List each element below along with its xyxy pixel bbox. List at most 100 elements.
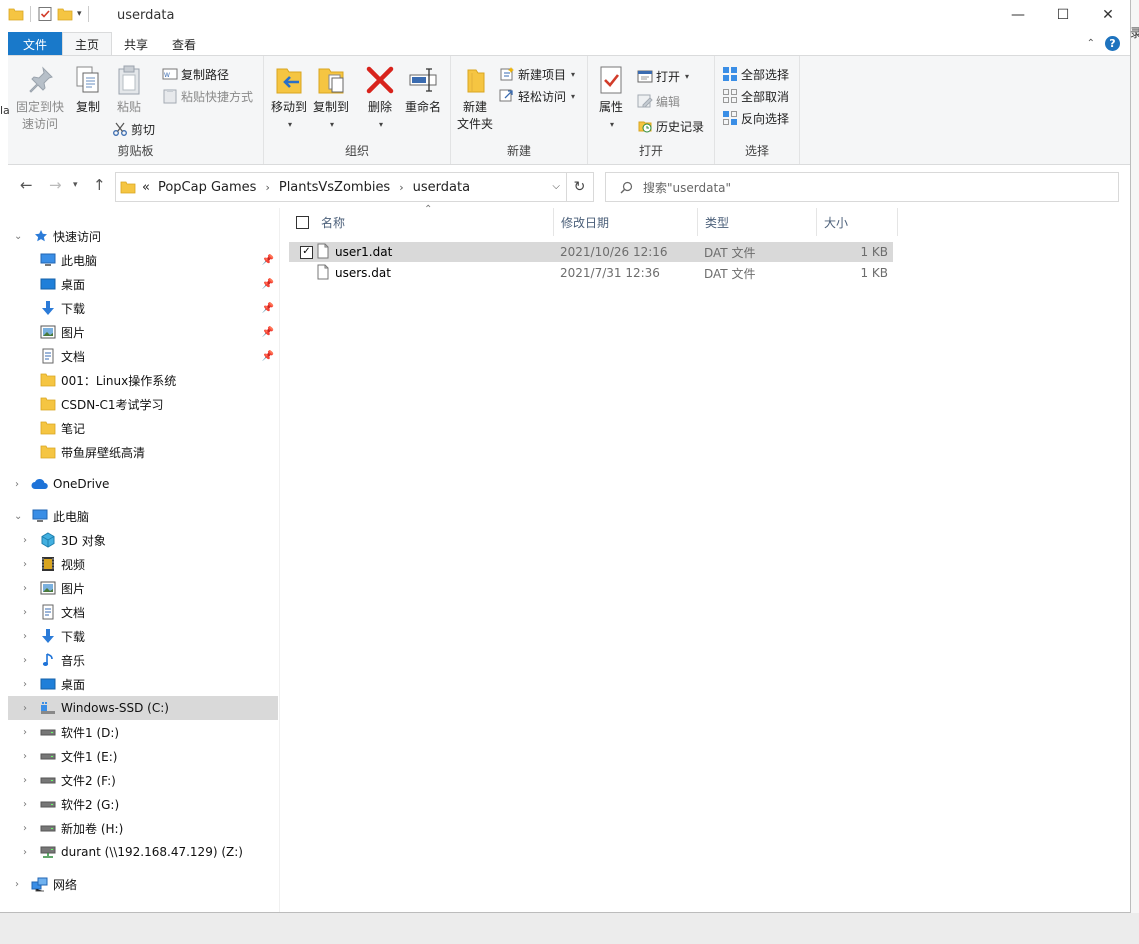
breadcrumb-overflow[interactable]: « (142, 180, 150, 195)
recent-locations-chevron-icon[interactable]: ▾ (73, 180, 78, 190)
collapsed-chevron-icon[interactable]: › (23, 607, 27, 618)
forward-arrow-icon[interactable]: → (49, 176, 62, 194)
delete-button[interactable]: 删除 ▾ (363, 64, 397, 133)
nav-quick-item-folder[interactable]: CSDN-C1考试学习 (8, 392, 278, 416)
tab-view[interactable]: 查看 (160, 32, 208, 56)
nav-drive-c[interactable]: › Windows-SSD (C:) (8, 696, 278, 720)
nav-pc-pictures[interactable]: › 图片 (8, 576, 278, 600)
column-header-type[interactable]: 类型 (698, 208, 817, 236)
address-bar[interactable]: « PopCap Games › PlantsVsZombies › userdat… (115, 172, 567, 202)
copy-path-button[interactable]: W 复制路径 (162, 64, 229, 84)
nav-onedrive[interactable]: › OneDrive (8, 472, 278, 496)
pin-quick-access-button[interactable]: 固定到快 速访问 (14, 64, 66, 133)
expanded-chevron-icon[interactable]: ⌄ (14, 231, 22, 242)
nav-pc-music[interactable]: › 音乐 (8, 648, 278, 672)
tab-file[interactable]: 文件 (8, 32, 63, 56)
pin-icon[interactable]: 📌 (262, 255, 274, 266)
minimize-button[interactable]: — (995, 0, 1041, 30)
new-folder-icon[interactable] (57, 6, 73, 22)
file-row[interactable]: ✓ user1.dat 2021/10/26 12:16 DAT 文件 1 KB (289, 242, 893, 262)
open-button[interactable]: 打开 ▾ (637, 66, 689, 86)
edit-button[interactable]: 编辑 (637, 91, 680, 111)
address-dropdown-icon[interactable]: ⌵ (552, 181, 560, 192)
collapsed-chevron-icon[interactable]: › (23, 703, 27, 714)
collapsed-chevron-icon[interactable]: › (23, 823, 27, 834)
nav-network[interactable]: › 网络 (8, 872, 278, 896)
nav-quick-item-desktop[interactable]: 桌面 📌 (8, 272, 278, 296)
collapsed-chevron-icon[interactable]: › (23, 583, 27, 594)
file-row[interactable]: users.dat 2021/7/31 12:36 DAT 文件 1 KB (289, 263, 893, 283)
select-all-button[interactable]: 全部选择 (722, 64, 789, 84)
nav-pc-desktop[interactable]: › 桌面 (8, 672, 278, 696)
collapsed-chevron-icon[interactable]: › (23, 847, 27, 858)
history-button[interactable]: 历史记录 (637, 116, 704, 136)
nav-drive-g[interactable]: › 软件2 (G:) (8, 792, 278, 816)
nav-drive-d[interactable]: › 软件1 (D:) (8, 720, 278, 744)
collapse-ribbon-chevron-icon[interactable]: ⌃ (1087, 38, 1095, 49)
column-header-size[interactable]: 大小 (817, 208, 898, 236)
help-icon[interactable]: ? (1105, 36, 1120, 51)
refresh-button[interactable]: ↻ (566, 172, 594, 202)
nav-quick-access[interactable]: ⌄ 快速访问 (8, 224, 278, 248)
copy-to-button[interactable]: 复制到 ▾ (311, 64, 351, 133)
tab-share[interactable]: 共享 (112, 32, 160, 56)
nav-quick-item-folder[interactable]: 笔记 (8, 416, 278, 440)
nav-drive-f[interactable]: › 文件2 (F:) (8, 768, 278, 792)
collapsed-chevron-icon[interactable]: › (15, 879, 19, 890)
up-arrow-icon[interactable]: ↑ (93, 176, 106, 194)
nav-quick-item-this-pc[interactable]: 此电脑 📌 (8, 248, 278, 272)
collapsed-chevron-icon[interactable]: › (23, 775, 27, 786)
collapsed-chevron-icon[interactable]: › (23, 679, 27, 690)
select-all-checkbox[interactable] (296, 215, 309, 229)
invert-selection-button[interactable]: 反向选择 (722, 108, 789, 128)
back-arrow-icon[interactable]: ← (20, 176, 33, 194)
breadcrumb-separator-icon[interactable]: › (399, 181, 403, 194)
nav-quick-item-pictures[interactable]: 图片 📌 (8, 320, 278, 344)
easy-access-button[interactable]: 轻松访问 ▾ (499, 86, 575, 106)
maximize-button[interactable]: ☐ (1040, 0, 1086, 30)
nav-quick-item-documents[interactable]: 文档 📌 (8, 344, 278, 368)
nav-drive-h[interactable]: › 新加卷 (H:) (8, 816, 278, 840)
breadcrumb-plantsvszombies[interactable]: PlantsVsZombies › (279, 180, 413, 195)
search-box[interactable]: 搜索"userdata" (605, 172, 1119, 202)
nav-drive-e[interactable]: › 文件1 (E:) (8, 744, 278, 768)
expanded-chevron-icon[interactable]: ⌄ (14, 511, 22, 522)
close-button[interactable]: ✕ (1085, 0, 1130, 30)
move-to-button[interactable]: 移动到 ▾ (269, 64, 309, 133)
nav-quick-item-folder[interactable]: 001：Linux操作系统 (8, 368, 278, 392)
paste-shortcut-button[interactable]: 粘贴快捷方式 (162, 86, 253, 106)
pin-icon[interactable]: 📌 (262, 351, 274, 362)
nav-network-drive-z[interactable]: › durant (\\192.168.47.129) (Z:) (8, 840, 278, 864)
row-checkbox-checked[interactable]: ✓ (300, 245, 313, 259)
collapsed-chevron-icon[interactable]: › (23, 751, 27, 762)
nav-this-pc[interactable]: ⌄ 此电脑 (8, 504, 278, 528)
collapsed-chevron-icon[interactable]: › (23, 727, 27, 738)
new-folder-button[interactable]: 新建 文件夹 (455, 64, 495, 133)
paste-button[interactable]: 粘贴 (111, 64, 147, 116)
column-header-modified[interactable]: 修改日期 (554, 208, 698, 236)
collapsed-chevron-icon[interactable]: › (23, 559, 27, 570)
breadcrumb-popcap-games[interactable]: PopCap Games › (158, 180, 279, 195)
customize-toolbar-chevron-icon[interactable]: ▾ (77, 9, 82, 19)
collapsed-chevron-icon[interactable]: › (23, 535, 27, 546)
collapsed-chevron-icon[interactable]: › (23, 799, 27, 810)
properties-icon[interactable] (37, 6, 53, 22)
properties-button[interactable]: 属性 ▾ (592, 64, 630, 133)
nav-pc-documents[interactable]: › 文档 (8, 600, 278, 624)
breadcrumb-separator-icon[interactable]: › (265, 181, 269, 194)
tab-home[interactable]: 主页 (62, 32, 113, 56)
pin-icon[interactable]: 📌 (262, 303, 274, 314)
pin-icon[interactable]: 📌 (262, 327, 274, 338)
nav-quick-item-folder[interactable]: 带鱼屏壁纸高清 (8, 440, 278, 464)
nav-quick-item-downloads[interactable]: 下载 📌 (8, 296, 278, 320)
collapsed-chevron-icon[interactable]: › (23, 655, 27, 666)
nav-pc-videos[interactable]: › 视频 (8, 552, 278, 576)
pin-icon[interactable]: 📌 (262, 279, 274, 290)
cut-button[interactable]: 剪切 (112, 119, 155, 139)
rename-button[interactable]: 重命名 (403, 64, 443, 116)
collapsed-chevron-icon[interactable]: › (23, 631, 27, 642)
column-header-name[interactable]: 名称 ⌃ (289, 204, 554, 236)
nav-pc-downloads[interactable]: › 下载 (8, 624, 278, 648)
new-item-button[interactable]: 新建项目 ▾ (499, 64, 575, 84)
breadcrumb-userdata[interactable]: userdata (413, 180, 470, 195)
